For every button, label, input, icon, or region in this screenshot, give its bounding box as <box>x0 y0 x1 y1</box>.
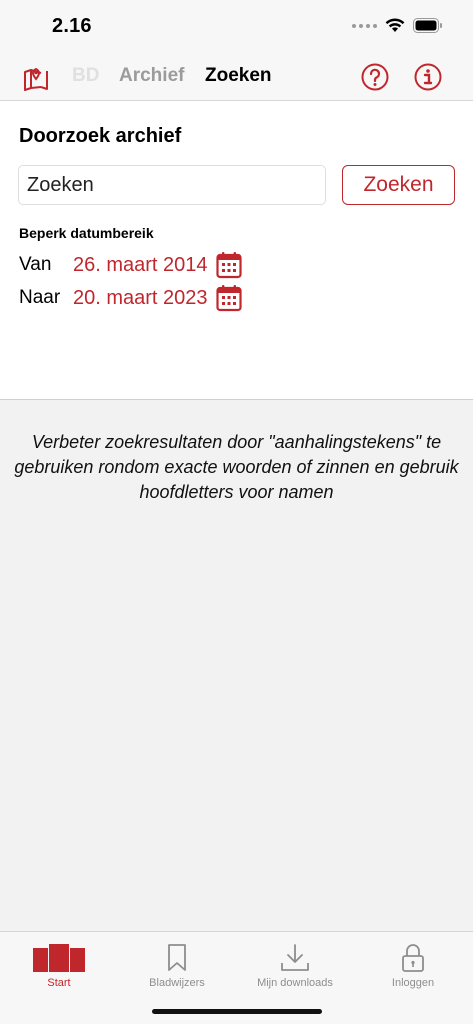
date-range-label: Beperk datumbereik <box>19 225 154 241</box>
search-hint: Verbeter zoekresultaten door "aanhalings… <box>14 432 459 502</box>
signal-icon <box>352 23 377 28</box>
tab-archief[interactable]: Archief <box>119 65 184 87</box>
tab-bladwijzers[interactable]: Bladwijzers <box>118 938 236 989</box>
tab-bd[interactable]: BD <box>72 65 99 87</box>
tab-start-label: Start <box>47 977 71 989</box>
status-time: 2.16 <box>52 15 92 37</box>
info-icon[interactable] <box>414 63 442 96</box>
download-icon <box>281 944 309 971</box>
tab-inloggen-label: Inloggen <box>391 977 435 989</box>
calendar-icon[interactable] <box>215 251 242 279</box>
from-date-value[interactable]: 26. maart 2014 <box>73 254 208 277</box>
search-button[interactable]: Zoeken <box>342 165 455 205</box>
from-label: Van <box>19 254 52 275</box>
tab-mijn-downloads-label: Mijn downloads <box>257 977 333 989</box>
home-indicator <box>152 1009 322 1014</box>
status-icons <box>352 18 443 33</box>
tab-zoeken[interactable]: Zoeken <box>205 65 272 87</box>
tab-inloggen[interactable]: Inloggen <box>354 938 472 989</box>
nav-bar: BD Archief Zoeken <box>0 52 473 101</box>
calendar-icon[interactable] <box>215 284 242 312</box>
to-date-value[interactable]: 20. maart 2023 <box>73 287 208 310</box>
page-title: Doorzoek archief <box>19 125 182 147</box>
status-bar: 2.16 <box>0 0 473 52</box>
to-date-row: Naar 20. maart 2023 <box>19 284 242 312</box>
tab-bladwijzers-label: Bladwijzers <box>149 977 205 989</box>
help-icon[interactable] <box>361 63 389 96</box>
lock-icon <box>402 944 424 972</box>
map-icon[interactable] <box>22 63 50 96</box>
bookmark-icon <box>168 944 186 971</box>
wifi-icon <box>385 18 405 32</box>
search-input[interactable] <box>18 165 326 205</box>
to-label: Naar <box>19 287 61 308</box>
newspaper-pages-icon <box>33 944 85 972</box>
battery-icon <box>413 18 442 33</box>
search-panel: Doorzoek archief Zoeken Beperk datumbere… <box>0 101 473 400</box>
tab-start[interactable]: Start <box>0 938 118 989</box>
tab-mijn-downloads[interactable]: Mijn downloads <box>236 938 354 989</box>
from-date-row: Van 26. maart 2014 <box>19 251 242 279</box>
